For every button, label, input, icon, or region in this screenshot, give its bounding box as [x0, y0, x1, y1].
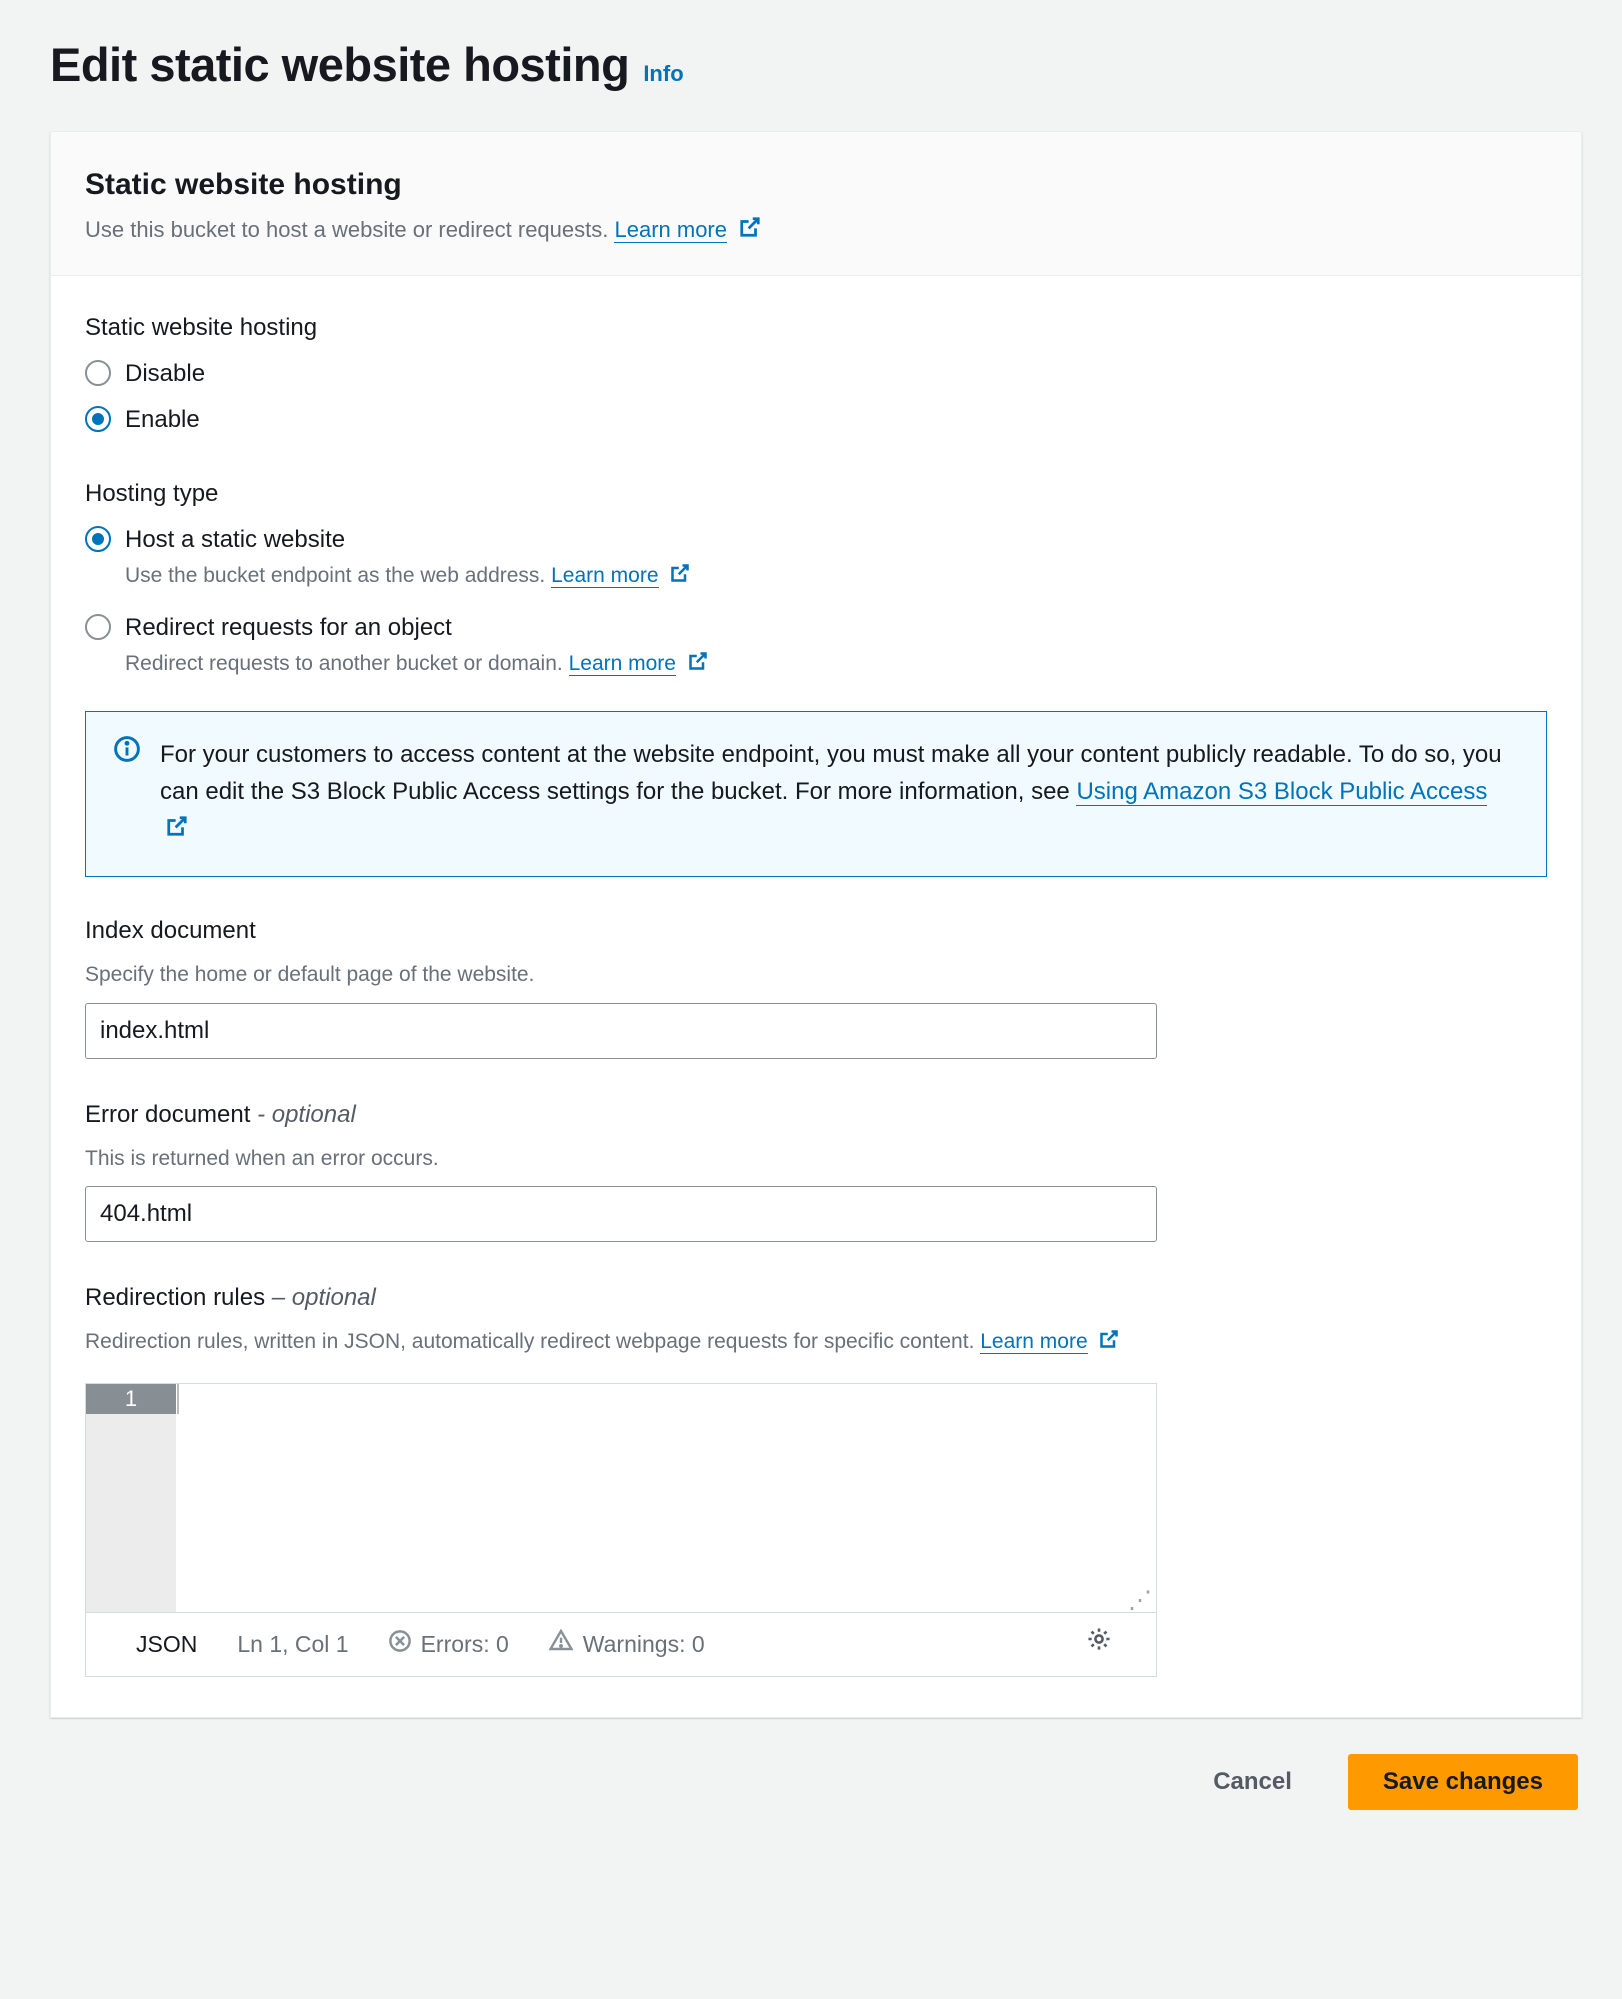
redirection-rules-learn-more-link[interactable]: Learn more	[980, 1330, 1087, 1354]
error-icon	[389, 1627, 411, 1662]
save-changes-button[interactable]: Save changes	[1348, 1754, 1578, 1810]
hosting-toggle-group: Static website hosting Disable Enable	[85, 310, 1547, 438]
panel-title: Static website hosting	[85, 162, 1547, 207]
redirect-help: Redirect requests to another bucket or d…	[125, 652, 563, 675]
line-number: 1	[86, 1384, 176, 1414]
index-document-label: Index document	[85, 913, 1547, 949]
index-document-input[interactable]	[85, 1003, 1157, 1059]
hosting-toggle-label: Static website hosting	[85, 310, 1547, 346]
hosting-type-group: Hosting type Host a static website Use t…	[85, 476, 1547, 681]
info-box-link[interactable]: Using Amazon S3 Block Public Access	[1076, 778, 1487, 806]
radio-redirect[interactable]: Redirect requests for an object Redirect…	[85, 610, 1547, 681]
external-link-icon	[166, 811, 188, 848]
redirection-rules-group: Redirection rules – optional Redirection…	[85, 1280, 1547, 1677]
warning-icon	[549, 1627, 573, 1662]
error-document-label: Error document - optional	[85, 1097, 1547, 1133]
error-document-help: This is returned when an error occurs.	[85, 1143, 1547, 1175]
hosting-type-label: Hosting type	[85, 476, 1547, 512]
redirect-learn-more-link[interactable]: Learn more	[569, 652, 676, 676]
radio-enable[interactable]: Enable	[85, 402, 1547, 438]
radio-icon	[85, 614, 111, 640]
radio-enable-label: Enable	[125, 402, 200, 438]
radio-icon	[85, 360, 111, 386]
external-link-icon	[1099, 1327, 1119, 1359]
host-static-learn-more-link[interactable]: Learn more	[551, 564, 658, 588]
page-title: Edit static website hosting	[50, 30, 629, 101]
editor-settings-button[interactable]	[1086, 1626, 1112, 1662]
host-static-label: Host a static website	[125, 522, 690, 558]
resize-grip-icon[interactable]: ⋰	[1128, 1594, 1152, 1608]
editor-warnings: Warnings: 0	[583, 1627, 705, 1662]
redirect-label: Redirect requests for an object	[125, 610, 708, 646]
radio-disable-label: Disable	[125, 356, 205, 392]
index-document-help: Specify the home or default page of the …	[85, 959, 1547, 991]
public-access-info-box: For your customers to access content at …	[85, 711, 1547, 878]
external-link-icon	[739, 214, 761, 247]
panel-header: Static website hosting Use this bucket t…	[51, 132, 1581, 276]
editor-status-bar: JSON Ln 1, Col 1 Errors: 0 Warnings: 0	[86, 1612, 1156, 1676]
radio-icon	[85, 406, 111, 432]
editor-language: JSON	[136, 1627, 197, 1662]
error-document-group: Error document - optional This is return…	[85, 1097, 1547, 1243]
info-link[interactable]: Info	[643, 57, 683, 90]
editor-textarea[interactable]: ⋰	[176, 1384, 1156, 1612]
settings-panel: Static website hosting Use this bucket t…	[50, 131, 1582, 1718]
external-link-icon	[688, 649, 708, 681]
footer-actions: Cancel Save changes	[50, 1754, 1582, 1810]
host-static-help: Use the bucket endpoint as the web addre…	[125, 564, 545, 587]
radio-disable[interactable]: Disable	[85, 356, 1547, 392]
info-icon	[114, 736, 142, 849]
cancel-button[interactable]: Cancel	[1179, 1754, 1326, 1810]
panel-subtitle: Use this bucket to host a website or red…	[85, 217, 608, 242]
redirection-rules-help: Redirection rules, written in JSON, auto…	[85, 1330, 974, 1353]
panel-learn-more-link[interactable]: Learn more	[614, 217, 727, 243]
radio-icon	[85, 526, 111, 552]
editor-errors: Errors: 0	[421, 1627, 509, 1662]
index-document-group: Index document Specify the home or defau…	[85, 913, 1547, 1059]
radio-host-static[interactable]: Host a static website Use the bucket end…	[85, 522, 1547, 593]
redirection-rules-editor[interactable]: 1 ⋰ JSON Ln 1, Col 1 Errors: 0	[85, 1383, 1157, 1677]
external-link-icon	[670, 561, 690, 593]
editor-gutter: 1	[86, 1384, 176, 1612]
editor-cursor-position: Ln 1, Col 1	[237, 1627, 348, 1662]
error-document-input[interactable]	[85, 1186, 1157, 1242]
redirection-rules-label: Redirection rules – optional	[85, 1280, 1547, 1316]
